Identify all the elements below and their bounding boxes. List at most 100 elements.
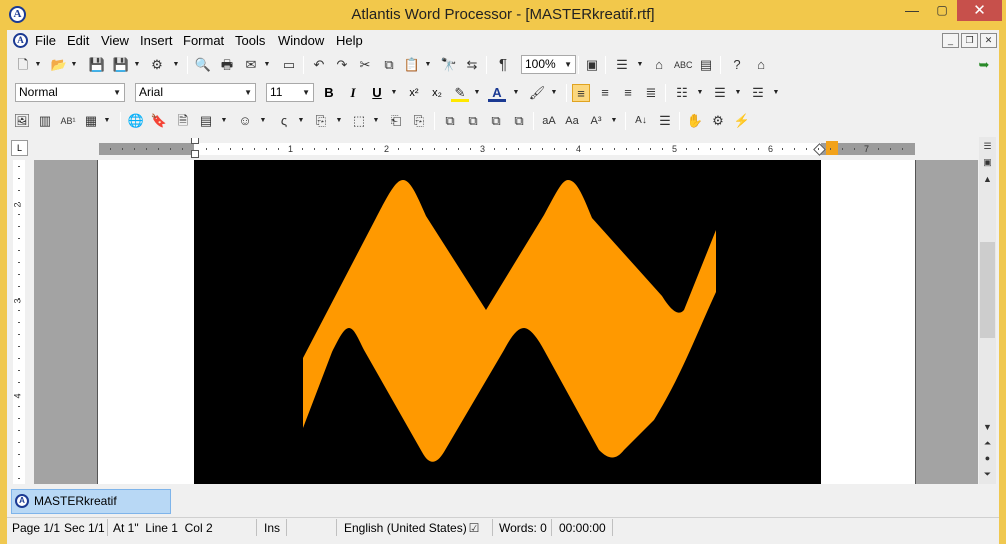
- save-dropdown-icon[interactable]: ▼: [133, 56, 141, 74]
- change-case-icon[interactable]: aA: [540, 112, 558, 130]
- italic-button[interactable]: I: [344, 84, 362, 102]
- embedded-image[interactable]: [194, 160, 821, 484]
- bullets-dropdown-icon[interactable]: ▼: [696, 84, 704, 102]
- format-painter-icon[interactable]: 🖌: [528, 84, 546, 102]
- numbering-dropdown-icon[interactable]: ▼: [734, 84, 742, 102]
- font-shrink-icon[interactable]: A³: [587, 112, 605, 130]
- font-effects-dropdown-icon[interactable]: ▼: [610, 112, 618, 130]
- superscript-button[interactable]: x²: [405, 84, 423, 102]
- document-logo-icon[interactable]: A: [13, 33, 28, 48]
- maximize-button[interactable]: ▢: [927, 0, 957, 21]
- emoji-dropdown-icon[interactable]: ▼: [259, 112, 267, 130]
- autoscroll-icon[interactable]: ⚙: [709, 112, 727, 130]
- painter-dropdown-icon[interactable]: ▼: [550, 84, 558, 102]
- align-left-icon[interactable]: ≡: [572, 84, 590, 102]
- scroll-up-icon[interactable]: ▲: [980, 172, 995, 186]
- left-indent-marker[interactable]: [191, 150, 199, 158]
- undo-icon[interactable]: ↶: [310, 56, 328, 74]
- bullets-icon[interactable]: ☷: [673, 84, 691, 102]
- spell-check-icon[interactable]: ABC: [674, 56, 693, 74]
- doc-minimize-button[interactable]: _: [942, 33, 959, 48]
- align-right-icon[interactable]: ≡: [619, 84, 637, 102]
- header-icon[interactable]: ⎗: [387, 112, 405, 130]
- bookmark-icon[interactable]: 🔖: [150, 112, 168, 130]
- page-break-icon[interactable]: 🗎: [174, 112, 192, 130]
- doc-restore-button[interactable]: ❐: [961, 33, 978, 48]
- pilcrow-icon[interactable]: ¶: [494, 56, 512, 74]
- browse-object-icon[interactable]: ●: [980, 451, 995, 465]
- numbering-icon[interactable]: ☰: [711, 84, 729, 102]
- copy-icon[interactable]: ⧉: [380, 56, 398, 74]
- document-tab[interactable]: MASTERkreatif: [11, 489, 171, 514]
- reject-change-icon[interactable]: ⧉: [510, 112, 528, 130]
- menu-insert[interactable]: Insert: [140, 33, 173, 48]
- properties-dropdown-icon[interactable]: ▼: [172, 56, 180, 74]
- text-box-icon[interactable]: ⬚: [350, 112, 368, 130]
- page-setup-dropdown-icon[interactable]: ▼: [335, 112, 343, 130]
- sort-lines-icon[interactable]: ☰: [656, 112, 674, 130]
- insert-frame-icon[interactable]: ▥: [36, 112, 54, 130]
- columns-icon[interactable]: ▦: [82, 112, 100, 130]
- outline-dropdown-icon[interactable]: ▼: [772, 84, 780, 102]
- email-icon[interactable]: ✉: [242, 56, 260, 74]
- highlight-dropdown-icon[interactable]: ▼: [473, 84, 481, 102]
- font-color-dropdown-icon[interactable]: ▼: [512, 84, 520, 102]
- view-layout-icon[interactable]: ▣: [980, 155, 995, 169]
- track-changes-icon[interactable]: ⧉: [464, 112, 482, 130]
- find-binoculars-icon[interactable]: 🔭: [440, 56, 458, 74]
- insert-picture-icon[interactable]: 🖼: [13, 112, 31, 130]
- stack-icon[interactable]: ☰: [613, 56, 631, 74]
- text-box-dropdown-icon[interactable]: ▼: [372, 112, 380, 130]
- save-disabled-icon[interactable]: 💾: [88, 56, 106, 74]
- stack-dropdown-icon[interactable]: ▼: [636, 56, 644, 74]
- field-icon[interactable]: ▤: [197, 112, 215, 130]
- font-enlarge-icon[interactable]: Aa: [563, 112, 581, 130]
- symbol-dropdown-icon[interactable]: ▼: [297, 112, 305, 130]
- print-icon[interactable]: 🖶: [218, 56, 236, 74]
- help-icon[interactable]: ?: [728, 56, 746, 74]
- navigate-arrow-icon[interactable]: ➥: [975, 56, 993, 74]
- autocorrect-icon[interactable]: ⚡: [733, 112, 751, 130]
- next-page-icon[interactable]: ⏷: [980, 467, 995, 481]
- paste-dropdown-icon[interactable]: ▼: [424, 56, 432, 74]
- new-dropdown-icon[interactable]: ▼: [34, 56, 42, 74]
- minimize-button[interactable]: —: [897, 0, 927, 21]
- font-color-icon[interactable]: A: [488, 84, 506, 102]
- home-icon[interactable]: ⌂: [752, 56, 770, 74]
- underline-button[interactable]: U: [368, 84, 386, 102]
- menu-edit[interactable]: Edit: [67, 33, 89, 48]
- previous-page-icon[interactable]: ⏶: [980, 436, 995, 450]
- menu-window[interactable]: Window: [278, 33, 324, 48]
- underline-dropdown-icon[interactable]: ▼: [390, 84, 398, 102]
- word-count-icon[interactable]: ▤: [697, 56, 715, 74]
- paste-icon[interactable]: 📋: [403, 56, 421, 74]
- replace-icon[interactable]: ⇆: [463, 56, 481, 74]
- footnote-icon[interactable]: AB¹: [59, 112, 77, 130]
- symbol-icon[interactable]: ς: [275, 112, 293, 130]
- justify-icon[interactable]: ≣: [642, 84, 660, 102]
- tab-stop-selector[interactable]: L: [11, 140, 28, 156]
- save-all-icon[interactable]: 💾: [112, 56, 130, 74]
- cut-icon[interactable]: ✂: [356, 56, 374, 74]
- new-document-icon[interactable]: 🗋: [14, 56, 32, 74]
- spell-status-icon[interactable]: ☑: [465, 519, 483, 537]
- font-size-select[interactable]: 11 ▼: [266, 83, 314, 102]
- subscript-button[interactable]: x₂: [428, 84, 446, 102]
- view-normal-icon[interactable]: ☰: [980, 139, 995, 153]
- open-folder-icon[interactable]: 📂: [50, 56, 68, 74]
- status-insert-mode[interactable]: Ins: [264, 521, 280, 535]
- accept-change-icon[interactable]: ⧉: [487, 112, 505, 130]
- zoom-select[interactable]: 100% ▼: [521, 55, 576, 74]
- scroll-down-icon[interactable]: ▼: [980, 420, 995, 434]
- page-setup-icon[interactable]: ⎘: [312, 112, 330, 130]
- first-line-indent-marker[interactable]: [191, 138, 199, 144]
- highlight-icon[interactable]: ✎: [451, 84, 469, 102]
- menu-file[interactable]: File: [35, 33, 56, 48]
- doc-close-button[interactable]: ✕: [980, 33, 997, 48]
- open-dropdown-icon[interactable]: ▼: [70, 56, 78, 74]
- menu-help[interactable]: Help: [336, 33, 363, 48]
- menu-view[interactable]: View: [101, 33, 129, 48]
- bold-button[interactable]: B: [320, 84, 338, 102]
- home-doc-icon[interactable]: ⌂: [650, 56, 668, 74]
- status-language[interactable]: English (United States): [344, 521, 467, 535]
